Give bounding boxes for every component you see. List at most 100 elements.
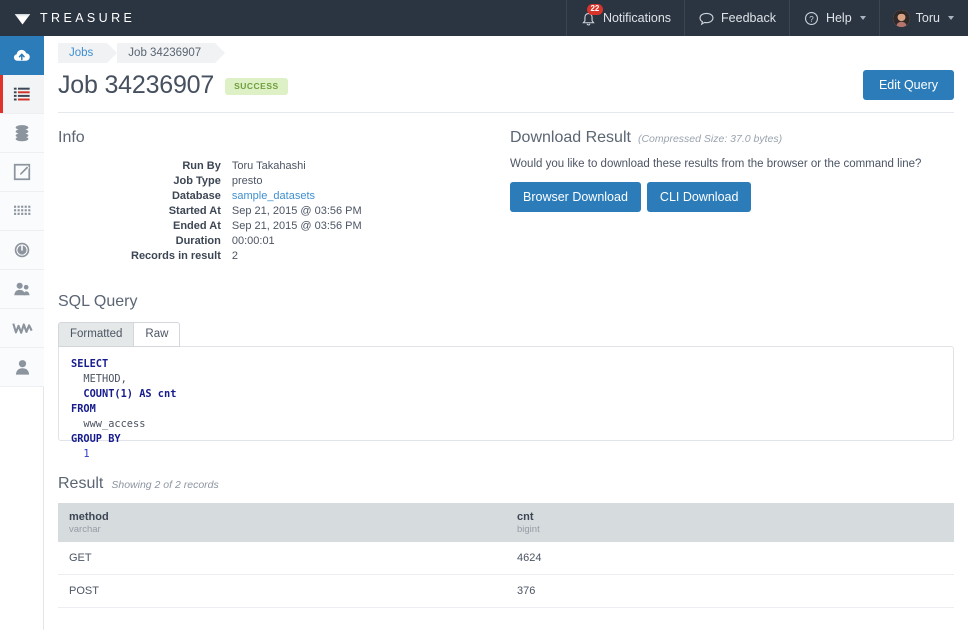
sidebar-item-jobs[interactable] (0, 75, 44, 114)
info-row: Duration 00:00:01 (131, 233, 362, 248)
sql-line: METHOD, (71, 373, 127, 386)
avatar (892, 9, 910, 27)
breadcrumb-jobs[interactable]: Jobs (58, 43, 118, 63)
chart-line-icon (11, 320, 33, 336)
result-section: Result Showing 2 of 2 records method var… (44, 441, 968, 608)
info-download-columns: Info Run By Toru Takahashi Job Type pres… (44, 113, 968, 263)
info-row: Run By Toru Takahashi (131, 158, 362, 173)
breadcrumb-current: Job 34236907 (117, 43, 226, 63)
cli-download-button[interactable]: CLI Download (646, 182, 752, 212)
download-size-note: (Compressed Size: 37.0 bytes) (637, 133, 783, 145)
sql-line: SELECT (71, 358, 109, 370)
sidebar-item-monitoring[interactable] (0, 231, 44, 270)
user-name-label: Toru (915, 11, 940, 25)
sidebar-item-databases[interactable] (0, 114, 44, 153)
sql-line: GROUP BY (71, 433, 121, 446)
main-content: Jobs Job 34236907 Job 34236907 SUCCESS E… (44, 36, 968, 630)
info-value: Sep 21, 2015 @ 03:56 PM (231, 219, 362, 232)
tab-formatted[interactable]: Formatted (58, 322, 134, 347)
info-value: Sep 21, 2015 @ 03:56 PM (231, 204, 362, 217)
browser-download-button[interactable]: Browser Download (510, 182, 641, 212)
download-buttons: Browser Download CLI Download (510, 182, 954, 212)
sidebar-item-analytics[interactable] (0, 309, 44, 348)
info-row: Records in result 2 (131, 248, 362, 263)
result-table-head: method varchar cnt bigint (58, 503, 954, 542)
page-header: Job 34236907 SUCCESS Edit Query (44, 64, 968, 100)
result-showing-label: Showing 2 of 2 records (111, 479, 219, 491)
sql-line: 1 (71, 448, 90, 461)
notifications-button[interactable]: 22 Notifications (565, 0, 684, 36)
info-heading: Info (58, 129, 510, 147)
info-heading-text: Info (58, 129, 85, 146)
left-sidebar (0, 36, 44, 630)
sql-view-tabs: Formatted Raw (58, 322, 954, 347)
chevron-down-icon (859, 16, 866, 20)
info-row: Job Type presto (131, 173, 362, 188)
sidebar-item-apps[interactable] (0, 192, 44, 231)
column-type: varchar (69, 524, 101, 535)
top-nav-items: 22 Notifications Feedback ? Help Toru (565, 0, 968, 36)
info-table: Run By Toru Takahashi Job Type presto Da… (131, 158, 362, 263)
table-row: POST 376 (58, 574, 954, 608)
column-name: method (69, 511, 109, 523)
info-label: Run By (182, 159, 221, 172)
user-menu[interactable]: Toru (878, 0, 968, 36)
brand-logo[interactable]: TREASURE (0, 10, 135, 27)
info-value: 2 (231, 249, 238, 262)
sidebar-item-data-upload[interactable] (0, 36, 44, 75)
grid-apps-icon (12, 203, 32, 219)
edit-query-button[interactable]: Edit Query (862, 70, 954, 100)
info-label: Started At (168, 204, 221, 217)
cloud-upload-icon (12, 45, 33, 66)
info-label: Job Type (173, 174, 221, 187)
sql-line: COUNT(1) AS cnt (71, 388, 177, 401)
feedback-button[interactable]: Feedback (684, 0, 789, 36)
info-label: Ended At (172, 219, 221, 232)
download-section: Download Result (Compressed Size: 37.0 by… (510, 129, 954, 263)
sidebar-item-new-query[interactable] (0, 153, 44, 192)
sidebar-item-users[interactable] (0, 270, 44, 309)
speech-bubble-icon (698, 10, 715, 27)
info-section: Info Run By Toru Takahashi Job Type pres… (58, 129, 510, 263)
info-value: Toru Takahashi (231, 159, 306, 172)
help-menu[interactable]: ? Help (788, 0, 879, 36)
info-row: Started At Sep 21, 2015 @ 03:56 PM (131, 203, 362, 218)
svg-text:?: ? (809, 14, 814, 23)
sql-line: FROM (71, 403, 96, 416)
info-label: Database (171, 189, 221, 202)
column-header-cnt[interactable]: cnt bigint (506, 503, 954, 542)
info-value: presto (231, 174, 263, 187)
sql-code-box: SELECT METHOD, COUNT(1) AS cnt FROM www_… (58, 346, 954, 460)
diamond-gem-icon (14, 10, 31, 27)
database-stack-icon (12, 123, 32, 143)
cell-cnt: 376 (506, 574, 954, 608)
cell-method: GET (58, 542, 506, 575)
chevron-down-icon (948, 16, 954, 20)
cell-method: POST (58, 574, 506, 608)
download-heading: Download Result (Compressed Size: 37.0 by… (510, 129, 954, 147)
database-link[interactable]: sample_datasets (232, 190, 315, 202)
info-label: Records in result (131, 249, 221, 262)
result-heading: Result (58, 475, 104, 492)
gauge-icon (12, 240, 32, 260)
info-value-database: sample_datasets (232, 188, 362, 203)
result-header: Result Showing 2 of 2 records (58, 475, 954, 493)
result-header-row: method varchar cnt bigint (58, 503, 954, 542)
download-heading-text: Download Result (510, 129, 631, 146)
info-row: Ended At Sep 21, 2015 @ 03:56 PM (131, 218, 362, 233)
result-table: method varchar cnt bigint GET 4624 POST … (58, 503, 954, 608)
top-navigation-bar: TREASURE 22 Notifications Feedback ? Hel… (0, 0, 968, 36)
column-header-method[interactable]: method varchar (58, 503, 506, 542)
users-group-icon (12, 280, 32, 298)
column-type: bigint (517, 524, 540, 535)
cell-cnt: 4624 (506, 542, 954, 575)
tab-raw[interactable]: Raw (133, 322, 181, 347)
list-icon (12, 85, 32, 103)
info-row: Database sample_datasets (131, 188, 362, 203)
info-value: 00:00:01 (231, 234, 275, 247)
info-label: Duration (175, 234, 221, 247)
page-title: Job 34236907 (58, 70, 215, 99)
notifications-count-badge: 22 (586, 4, 603, 15)
status-badge: SUCCESS (225, 77, 288, 95)
sidebar-item-profile[interactable] (0, 348, 44, 387)
